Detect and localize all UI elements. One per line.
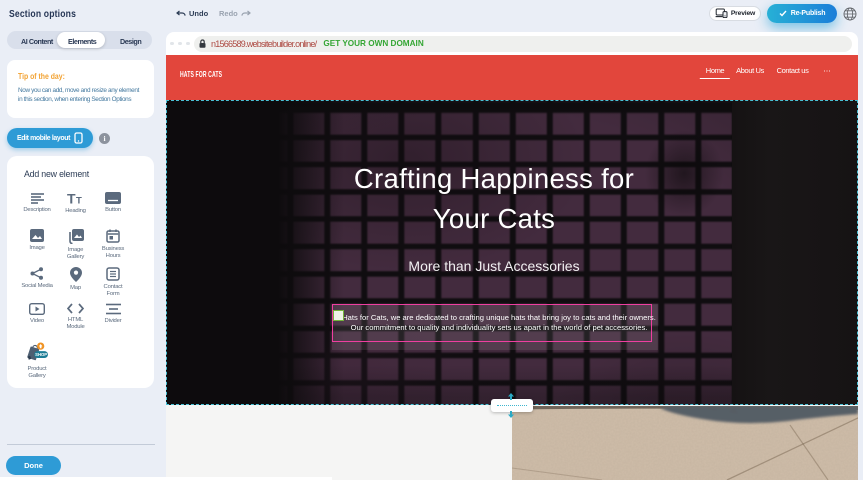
svg-text:T: T	[76, 196, 82, 206]
svg-text:T: T	[67, 192, 76, 205]
svg-text:SHOP: SHOP	[35, 352, 47, 357]
